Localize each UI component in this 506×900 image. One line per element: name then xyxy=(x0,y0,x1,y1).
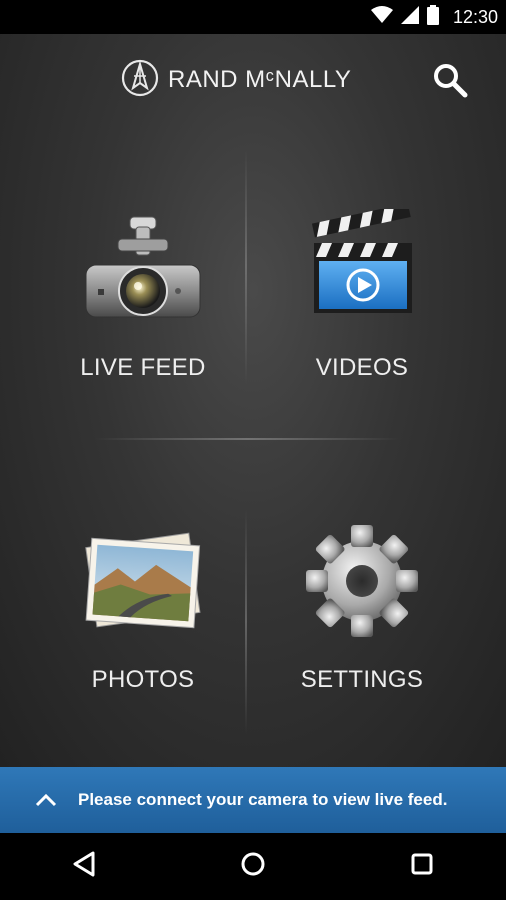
recents-button[interactable] xyxy=(392,837,452,897)
tile-live-feed[interactable]: LIVE FEED xyxy=(43,204,243,444)
chevron-up-icon xyxy=(34,790,62,810)
tile-label-photos: PHOTOS xyxy=(91,666,195,693)
logo-text: RAND MᶜNALLY xyxy=(168,66,352,93)
home-button[interactable] xyxy=(223,837,283,897)
compass-rose-icon xyxy=(120,58,160,103)
tile-label-settings: SETTINGS xyxy=(300,666,424,693)
clapperboard-icon xyxy=(262,204,462,334)
divider-vertical-top xyxy=(245,149,247,384)
wifi-icon xyxy=(370,5,393,29)
app-header: RAND MᶜNALLY xyxy=(0,34,506,126)
system-nav-bar xyxy=(0,833,506,900)
tile-settings[interactable]: SETTINGS xyxy=(262,516,462,756)
battery-icon xyxy=(426,4,439,30)
home-screen: RAND MᶜNALLY LIVE FEED VIDEOS PHOTOS SET… xyxy=(0,34,506,767)
photos-icon xyxy=(43,516,243,646)
dashcam-icon xyxy=(43,204,243,334)
connect-camera-banner[interactable]: Please connect your camera to view live … xyxy=(0,767,506,833)
status-time: 12:30 xyxy=(452,6,498,27)
brand-logo: RAND MᶜNALLY xyxy=(120,58,352,103)
gear-icon xyxy=(262,516,462,646)
back-button[interactable] xyxy=(54,837,114,897)
back-icon xyxy=(72,851,96,882)
banner-text: Please connect your camera to view live … xyxy=(78,790,448,809)
search-icon xyxy=(432,62,468,103)
status-icons: 12:30 xyxy=(370,0,498,34)
tile-photos[interactable]: PHOTOS xyxy=(43,516,243,756)
tile-videos[interactable]: VIDEOS xyxy=(262,204,462,444)
recents-icon xyxy=(410,852,434,881)
signal-icon xyxy=(400,5,419,29)
home-icon xyxy=(240,851,266,882)
tile-label-videos: VIDEOS xyxy=(315,354,409,381)
status-bar: 12:30 xyxy=(0,0,506,34)
tile-label-live-feed: LIVE FEED xyxy=(80,354,206,381)
divider-vertical-bottom xyxy=(245,509,247,734)
search-button[interactable] xyxy=(428,60,472,104)
